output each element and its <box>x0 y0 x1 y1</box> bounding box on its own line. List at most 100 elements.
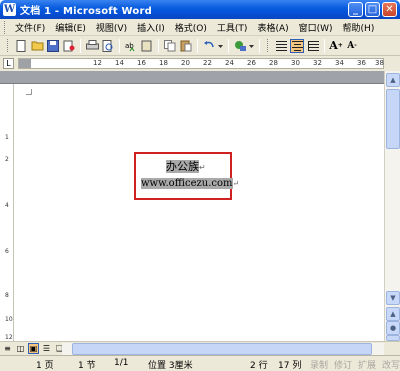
status-line: 2 行 <box>250 361 268 371</box>
toolbar-separator <box>324 38 325 53</box>
status-record[interactable]: 录制 <box>310 358 328 371</box>
word-app-icon[interactable]: W <box>3 3 16 16</box>
status-column: 17 列 <box>278 361 302 371</box>
ruler-number: 28 <box>269 59 278 67</box>
menu-edit[interactable]: 编辑(E) <box>50 21 91 34</box>
document-page[interactable] <box>18 87 384 341</box>
document-area[interactable]: 1 2 4 6 8 10 12 <box>0 71 384 341</box>
view-bar: ≡ ◫ ▣ ☰ ❑ <box>0 341 400 355</box>
spelling-icon[interactable]: ab <box>124 39 138 53</box>
maximize-button[interactable]: □ <box>365 2 380 17</box>
vertical-scrollbar[interactable]: ▲ ▼ ▲ ● <box>384 71 400 341</box>
justify-icon[interactable] <box>306 39 320 53</box>
ruler-number: 24 <box>225 59 234 67</box>
paragraph-mark: ↵ <box>199 163 206 172</box>
toolbar-separator <box>119 38 120 53</box>
vruler-number: 2 <box>5 156 9 163</box>
menu-window[interactable]: 窗口(W) <box>294 21 338 34</box>
page-corner-mark <box>26 89 32 95</box>
ruler-row: L 12 14 16 18 20 22 24 26 28 30 32 34 36… <box>0 56 400 71</box>
ruler-margin <box>19 59 31 68</box>
scroll-thumb[interactable] <box>386 89 400 149</box>
ruler-number: 14 <box>115 59 124 67</box>
new-doc-icon[interactable] <box>14 39 28 53</box>
document-line-1[interactable]: 办公族↵ <box>166 158 206 174</box>
menu-help[interactable]: 帮助(H) <box>338 21 380 34</box>
menu-view[interactable]: 视图(V) <box>91 21 132 34</box>
toolbar-options-icon[interactable] <box>249 39 255 53</box>
ruler-number: 34 <box>335 59 344 67</box>
normal-view-icon[interactable]: ≡ <box>2 343 13 354</box>
status-position: 位置 3厘米 <box>148 361 193 371</box>
page-gap-band <box>0 71 384 84</box>
selected-text[interactable]: www.officezu.com <box>141 178 233 189</box>
vruler-number: 8 <box>5 292 9 299</box>
print-preview-icon[interactable] <box>101 39 115 53</box>
align-center-icon[interactable] <box>290 38 304 53</box>
toolbar-separator <box>80 38 81 53</box>
horizontal-ruler[interactable]: 12 14 16 18 20 22 24 26 28 30 32 34 36 3… <box>18 58 384 69</box>
align-left-icon[interactable] <box>274 39 288 53</box>
status-bar: 1 页 1 节 1/1 位置 3厘米 2 行 17 列 录制 修订 扩展 改写 <box>0 355 400 371</box>
research-icon[interactable] <box>140 39 154 53</box>
ruler-number: 36 <box>357 59 366 67</box>
horizontal-scrollbar[interactable] <box>62 343 384 355</box>
menu-grip[interactable] <box>4 20 7 34</box>
close-button[interactable]: ✕ <box>382 2 397 17</box>
status-pages: 1/1 <box>114 358 129 368</box>
web-view-icon[interactable]: ◫ <box>15 343 26 354</box>
paragraph-mark: ↵ <box>232 179 240 188</box>
vertical-ruler[interactable]: 1 2 4 6 8 10 12 <box>3 84 14 341</box>
paste-icon[interactable] <box>179 39 193 53</box>
vruler-number: 6 <box>5 248 9 255</box>
menu-file[interactable]: 文件(F) <box>10 21 50 34</box>
undo-icon[interactable] <box>202 39 216 53</box>
menu-table[interactable]: 表格(A) <box>252 21 293 34</box>
toolbar-separator <box>228 38 229 53</box>
grow-font-icon[interactable]: A + <box>329 39 343 53</box>
print-layout-icon[interactable]: ▣ <box>28 343 39 354</box>
copy-icon[interactable] <box>163 39 177 53</box>
status-section: 1 节 <box>78 361 96 371</box>
ruler-number: 26 <box>247 59 256 67</box>
menu-insert[interactable]: 插入(I) <box>132 21 170 34</box>
menu-bar: 文件(F) 编辑(E) 视图(V) 插入(I) 格式(O) 工具(T) 表格(A… <box>0 19 400 36</box>
window-controls: _ □ ✕ <box>348 2 397 17</box>
ruler-number: 22 <box>203 59 212 67</box>
permission-icon[interactable] <box>62 39 76 53</box>
toolbar-separator <box>197 38 198 53</box>
title-bar: W 文档 1 - Microsoft Word _ □ ✕ <box>0 0 400 19</box>
document-line-2[interactable]: www.officezu.com↵ <box>141 178 239 189</box>
print-icon[interactable] <box>85 39 99 53</box>
toolbar-separator <box>158 38 159 53</box>
minimize-button[interactable]: _ <box>348 2 363 17</box>
outline-view-icon[interactable]: ☰ <box>41 343 52 354</box>
scroll-up-button[interactable]: ▲ <box>386 73 400 87</box>
selected-text[interactable]: 办公族 <box>166 160 199 173</box>
vruler-number: 10 <box>5 316 13 323</box>
toolbar-grip[interactable] <box>7 39 10 52</box>
select-browse-object-button[interactable]: ● <box>386 321 400 335</box>
vruler-number: 1 <box>5 134 9 141</box>
status-extend[interactable]: 扩展 <box>358 358 376 371</box>
insert-hyperlink-icon[interactable] <box>233 39 247 53</box>
vruler-number: 4 <box>5 202 9 209</box>
open-folder-icon[interactable] <box>30 39 44 53</box>
ruler-number: 32 <box>313 59 322 67</box>
undo-dropdown-icon[interactable] <box>218 39 224 53</box>
ruler-number: 18 <box>159 59 168 67</box>
tab-selector-icon[interactable]: L <box>3 58 14 69</box>
formatting-toolbar-grip[interactable] <box>267 39 270 52</box>
save-icon[interactable] <box>46 39 60 53</box>
status-track-changes[interactable]: 修订 <box>334 358 352 371</box>
ruler-number: 38 <box>375 59 384 67</box>
scroll-down-button[interactable]: ▼ <box>386 291 400 305</box>
horizontal-scroll-thumb[interactable] <box>72 343 372 355</box>
menu-tools[interactable]: 工具(T) <box>212 21 253 34</box>
shrink-font-icon[interactable]: A- <box>345 39 359 53</box>
menu-format[interactable]: 格式(O) <box>170 21 212 34</box>
previous-page-button[interactable]: ▲ <box>386 307 400 321</box>
toolbar-separator <box>259 38 260 53</box>
ruler-number: 30 <box>291 59 300 67</box>
status-overtype[interactable]: 改写 <box>382 358 400 371</box>
